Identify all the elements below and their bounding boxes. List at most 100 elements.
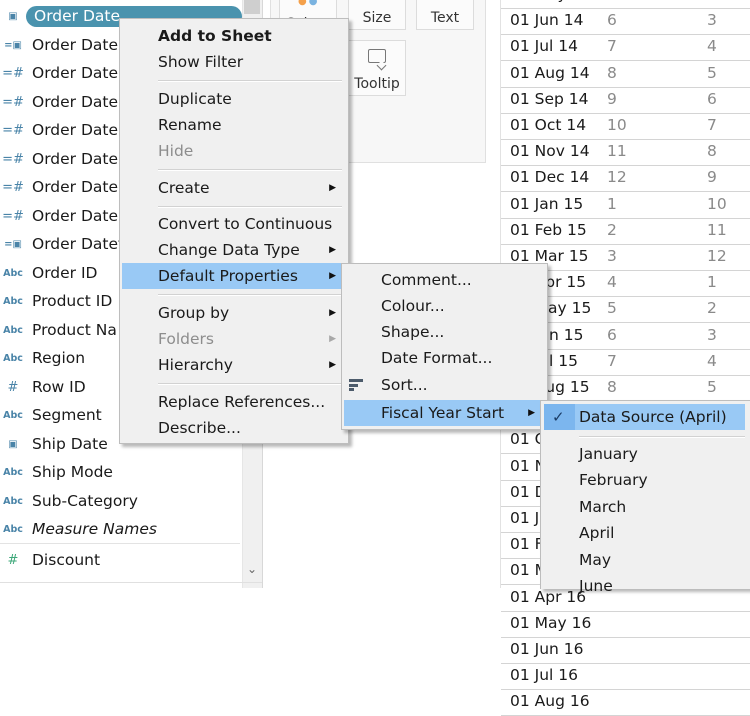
- menu-item-date-format[interactable]: Date Format...: [342, 345, 547, 371]
- menu-item-add-to-sheet[interactable]: Add to Sheet: [120, 23, 348, 49]
- menu-separator: [158, 206, 342, 208]
- value-cell: 8: [607, 378, 617, 396]
- menu-label: Hierarchy: [158, 356, 233, 374]
- field-label: Segment: [32, 406, 102, 424]
- submenu-arrow-icon: ▶: [528, 408, 535, 418]
- menu-item-create[interactable]: Create ▶: [120, 175, 348, 201]
- table-row: 01 Jun 16: [501, 637, 750, 664]
- menu-item-describe[interactable]: Describe...: [120, 415, 348, 441]
- field-label: Order Datet: [32, 235, 125, 253]
- marks-text-button[interactable]: Text: [416, 0, 474, 30]
- table-row: 01 Jul 14 7 4: [501, 34, 750, 62]
- menu-item-month[interactable]: June: [541, 573, 750, 599]
- field-item[interactable]: # Discount: [0, 546, 242, 574]
- menu-item-duplicate[interactable]: Duplicate: [120, 86, 348, 112]
- field-label: Order Date: [32, 178, 119, 196]
- string-icon: Abc: [3, 267, 23, 279]
- date-cell: 01 Dec 14: [510, 168, 590, 187]
- value-cell: 12: [607, 168, 627, 187]
- string-icon: Abc: [3, 352, 23, 364]
- menu-item-data-source-april[interactable]: ✓ Data Source (April): [544, 404, 745, 430]
- calendar-icon: ▣: [8, 438, 18, 450]
- field-label: Order Date: [32, 93, 119, 111]
- date-cell: 01 May 16: [510, 613, 592, 632]
- menu-item-folders: Folders ▶: [120, 326, 348, 352]
- menu-item-rename[interactable]: Rename: [120, 112, 348, 138]
- number-icon: #: [7, 379, 19, 395]
- menu-label: Colour...: [381, 297, 445, 315]
- menu-label: Group by: [158, 304, 230, 322]
- menu-separator: [158, 169, 342, 171]
- menu-item-shape[interactable]: Shape...: [342, 319, 547, 345]
- menu-separator: [579, 436, 745, 438]
- menu-label: Rename: [158, 116, 222, 134]
- menu-label: Sort...: [381, 376, 428, 394]
- value-cell: 11: [607, 142, 627, 161]
- menu-item-comment[interactable]: Comment...: [342, 267, 547, 293]
- table-row: 01 Jun 14 6 3: [501, 8, 750, 36]
- scroll-down-chevron-icon[interactable]: ⌄: [244, 560, 260, 578]
- value-cell: 3: [607, 247, 617, 265]
- value-cell: 8: [607, 63, 617, 82]
- marks-tooltip-button[interactable]: Tooltip: [348, 40, 406, 96]
- number-discrete-icon: =#: [2, 208, 24, 224]
- value-cell: 7: [707, 116, 717, 134]
- string-icon: Abc: [3, 523, 23, 535]
- menu-item-convert-to-continuous[interactable]: Convert to Continuous: [120, 211, 348, 237]
- menu-label: Convert to Continuous: [158, 215, 333, 233]
- field-label: Ship Date: [32, 435, 108, 453]
- menu-item-change-data-type[interactable]: Change Data Type ▶: [120, 237, 348, 263]
- value-cell: 12: [707, 247, 727, 265]
- table-row: 01 Oct 14 10 7: [501, 113, 750, 140]
- number-discrete-icon: =#: [2, 94, 24, 110]
- marks-size-label: Size: [362, 10, 392, 26]
- submenu-arrow-icon: ▶: [329, 245, 336, 255]
- datetime-icon: =▣: [4, 39, 22, 51]
- field-label: Order Date: [32, 150, 119, 168]
- field-item[interactable]: Abc Measure Names: [0, 515, 242, 543]
- value-cell: 5: [707, 378, 717, 396]
- menu-item-group-by[interactable]: Group by ▶: [120, 300, 348, 326]
- menu-item-hide: Hide: [120, 138, 348, 164]
- value-cell: 6: [707, 89, 717, 108]
- field-item[interactable]: Abc Sub-Category: [0, 487, 242, 515]
- value-cell: 11: [707, 220, 727, 239]
- menu-item-month[interactable]: May: [541, 547, 750, 573]
- field-item[interactable]: Abc Ship Mode: [0, 458, 242, 486]
- menu-item-show-filter[interactable]: Show Filter: [120, 49, 348, 75]
- menu-label: Folders: [158, 330, 214, 348]
- menu-label: Default Properties: [158, 267, 298, 285]
- value-cell: 5: [707, 63, 717, 82]
- menu-item-fiscal-year-start[interactable]: Fiscal Year Start ▶: [344, 400, 541, 426]
- menu-item-month[interactable]: January: [541, 441, 750, 467]
- scrollbar-thumb[interactable]: [244, 0, 260, 14]
- field-label: Order ID: [32, 264, 98, 282]
- field-label: Region: [32, 349, 86, 367]
- colour-dots-icon: ●●: [298, 0, 320, 7]
- menu-item-hierarchy[interactable]: Hierarchy ▶: [120, 352, 348, 378]
- value-cell: 8: [707, 142, 717, 161]
- menu-item-default-properties[interactable]: Default Properties ▶: [122, 263, 342, 289]
- field-label: Measure Names: [32, 520, 157, 538]
- menu-item-colour[interactable]: Colour...: [342, 293, 547, 319]
- table-row: 01 May 16: [501, 611, 750, 638]
- menu-separator: [158, 80, 342, 82]
- menu-label: May: [579, 550, 612, 569]
- menu-item-month[interactable]: March: [541, 494, 750, 520]
- marks-tooltip-label: Tooltip: [354, 76, 400, 92]
- date-cell: 01 May 14: [510, 0, 591, 3]
- marks-size-button[interactable]: Size: [348, 0, 406, 30]
- value-cell: 2: [707, 299, 717, 318]
- value-cell: 1: [707, 273, 717, 292]
- pane-divider: [0, 582, 262, 583]
- menu-item-month[interactable]: April: [541, 520, 750, 546]
- menu-label: Date Format...: [381, 349, 493, 367]
- submenu-arrow-icon: ▶: [329, 334, 336, 344]
- menu-item-replace-references[interactable]: Replace References...: [120, 389, 348, 415]
- table-row: 01 Aug 14 8 5: [501, 61, 750, 88]
- table-row: 01 Aug 16: [501, 689, 750, 716]
- menu-label: Hide: [158, 142, 194, 160]
- menu-item-sort[interactable]: Sort...: [342, 372, 547, 398]
- menu-item-month[interactable]: February: [541, 467, 750, 493]
- date-cell: 01 Oct 14: [510, 116, 587, 134]
